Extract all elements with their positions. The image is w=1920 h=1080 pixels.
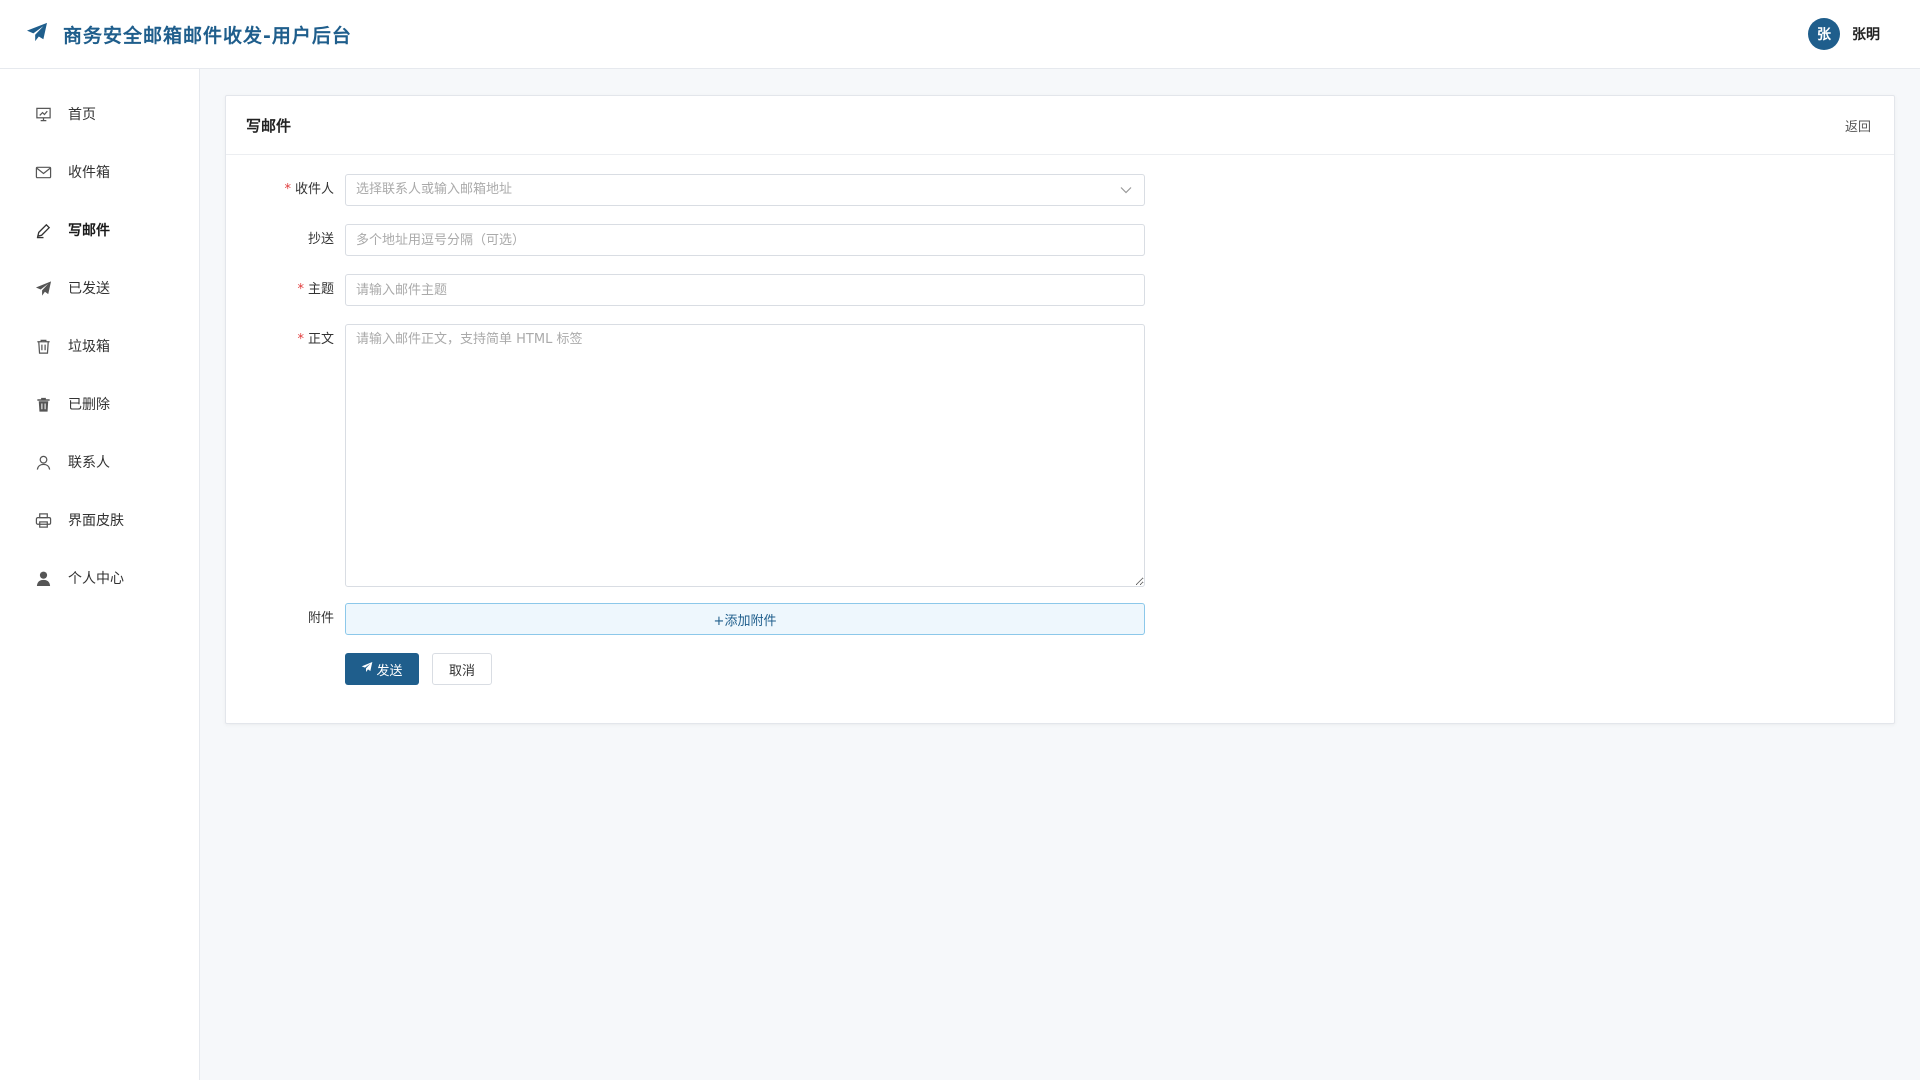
page-title: 写邮件: [246, 116, 292, 135]
card-header: 写邮件 返回: [226, 96, 1894, 155]
body-textarea[interactable]: [345, 324, 1145, 587]
user-menu[interactable]: 张 张明: [1808, 18, 1880, 50]
send-button[interactable]: 发送: [345, 653, 419, 685]
cc-label: 抄送: [307, 232, 334, 247]
user-name[interactable]: 张明: [1852, 24, 1880, 44]
sidebar-item-label: 个人中心: [68, 571, 124, 587]
to-row: * 收件人: [226, 174, 334, 205]
sidebar-item-label: 已发送: [68, 281, 110, 297]
compose-card: 写邮件 返回 *收件人 选择联系人或输入邮箱地址 抄送 *主题 *正文: [225, 95, 1895, 724]
sidebar-item-label: 界面皮肤: [68, 513, 124, 529]
sidebar-item-home[interactable]: 首页: [0, 85, 199, 143]
recipient-placeholder: 选择联系人或输入邮箱地址: [356, 182, 513, 197]
top-header: 商务安全邮箱邮件收发-用户后台 张 张明: [0, 0, 1920, 69]
subject-label: * 主题: [297, 282, 334, 297]
sidebar-item-inbox[interactable]: 收件箱: [0, 143, 199, 201]
paper-plane-icon: [34, 279, 52, 297]
cc-row: 抄送: [226, 224, 334, 255]
required-mark: *: [297, 332, 304, 347]
brand[interactable]: 商务安全邮箱邮件收发-用户后台: [26, 21, 352, 48]
subject-input[interactable]: [345, 274, 1145, 306]
sidebar-item-profile[interactable]: 个人中心: [0, 549, 199, 607]
sidebar-item-label: 写邮件: [68, 223, 110, 239]
subject-row: * 主题: [226, 274, 334, 305]
add-attachment-button[interactable]: +添加附件: [345, 603, 1145, 635]
user-filled-icon: [34, 569, 52, 587]
recipient-select[interactable]: 选择联系人或输入邮箱地址: [345, 174, 1145, 206]
envelope-icon: [34, 163, 52, 181]
cancel-button[interactable]: 取消: [432, 653, 492, 685]
required-mark: *: [297, 282, 304, 297]
to-label: * 收件人: [284, 182, 334, 197]
sidebar-item-spam[interactable]: 垃圾箱: [0, 317, 199, 375]
trash-filled-icon: [34, 395, 52, 413]
app-title: 商务安全邮箱邮件收发-用户后台: [63, 24, 352, 47]
paper-plane-icon: [26, 22, 48, 46]
back-button[interactable]: 返回: [1845, 116, 1871, 135]
attachment-label: 附件: [307, 611, 334, 626]
sidebar-item-label: 收件箱: [68, 165, 110, 181]
user-outline-icon: [34, 453, 52, 471]
sidebar-item-label: 垃圾箱: [68, 339, 110, 355]
sidebar-item-contacts[interactable]: 联系人: [0, 433, 199, 491]
trash-outline-icon: [34, 337, 52, 355]
required-mark: *: [284, 182, 291, 197]
sidebar-item-label: 首页: [68, 107, 96, 123]
send-label: 发送: [376, 663, 403, 679]
sidebar: 首页 收件箱 写邮件 已发送 垃圾箱 已删除 联系人 界面皮肤 个人中心: [0, 69, 200, 1080]
sidebar-item-label: 已删除: [68, 397, 110, 413]
body-label: * 正文: [297, 332, 334, 347]
printer-icon: [34, 511, 52, 529]
body-row: * 正文: [226, 324, 334, 355]
sidebar-item-deleted[interactable]: 已删除: [0, 375, 199, 433]
attachment-row: 附件: [226, 603, 334, 634]
dashboard-icon: [34, 105, 52, 123]
avatar[interactable]: 张: [1808, 18, 1840, 50]
cc-input[interactable]: [345, 224, 1145, 256]
sidebar-item-label: 联系人: [68, 455, 110, 471]
sidebar-item-sent[interactable]: 已发送: [0, 259, 199, 317]
sidebar-item-compose[interactable]: 写邮件: [0, 201, 199, 259]
paper-plane-icon: [361, 661, 373, 677]
pen-icon: [34, 221, 52, 239]
sidebar-item-skin[interactable]: 界面皮肤: [0, 491, 199, 549]
chevron-down-icon: [1120, 175, 1132, 205]
